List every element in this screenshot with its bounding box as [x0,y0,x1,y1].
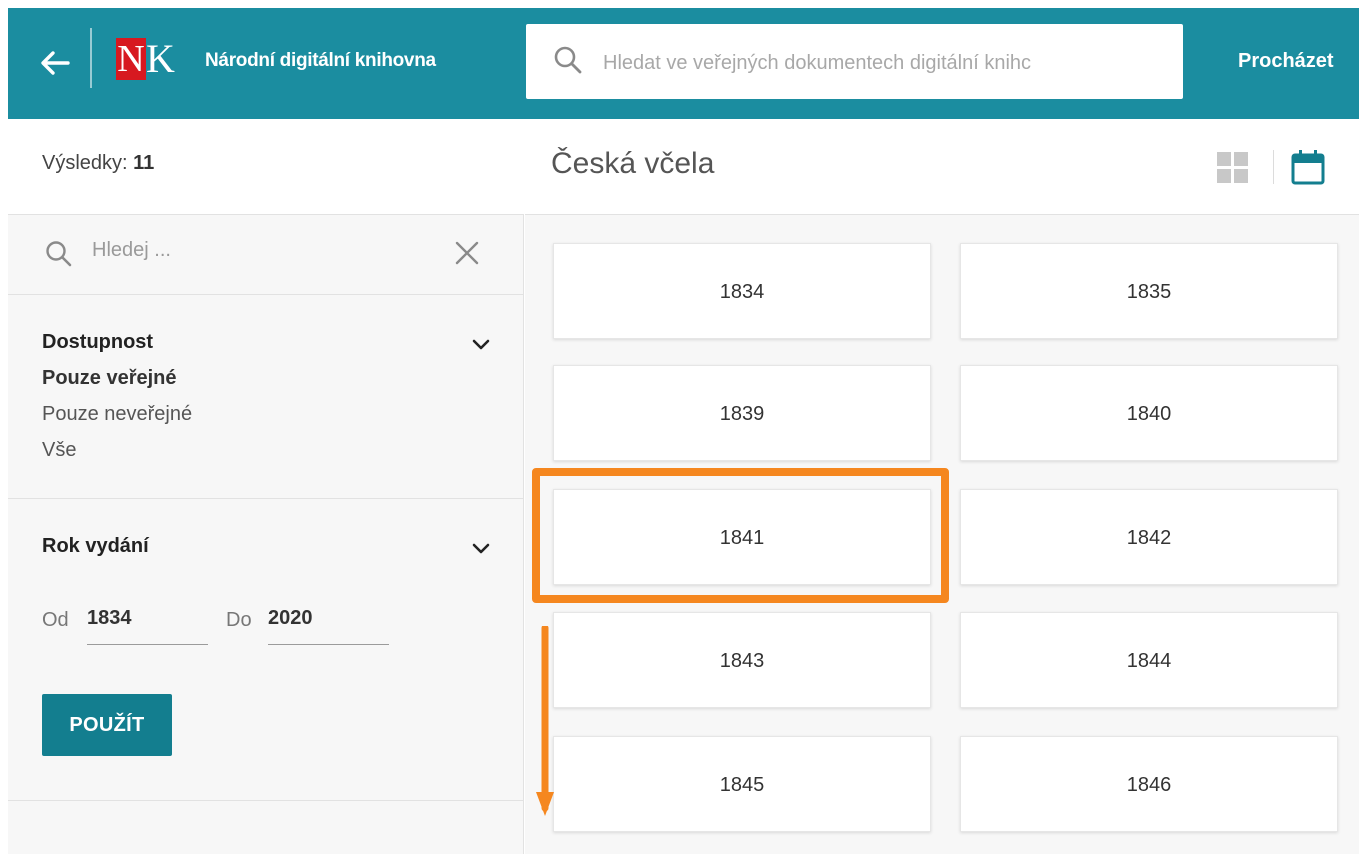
results-count-bar: Výsledky: 11 [8,119,524,215]
browse-link[interactable]: Procházet [1238,50,1334,73]
facet-availability: Dostupnost Pouze veřejné Pouze neveřejné… [8,295,524,499]
year-card-1843[interactable]: 1843 [553,612,931,708]
logo-letter-k: K [146,36,175,81]
close-icon[interactable] [453,239,481,267]
filter-search-input[interactable]: Hledej ... [92,239,171,262]
year-card-1834[interactable]: 1834 [553,243,931,339]
search-placeholder: Hledat ve veřejných dokumentech digitáln… [603,52,1032,74]
search-input[interactable]: Hledat ve veřejných dokumentech digitáln… [526,24,1183,99]
year-card-1840[interactable]: 1840 [960,365,1338,461]
page-title: Česká včela [551,147,715,180]
year-card-1841[interactable]: 1841 [553,489,931,585]
apply-button[interactable]: POUŽÍT [42,694,172,756]
year-card-1845[interactable]: 1845 [553,736,931,832]
results-number: 11 [133,152,155,174]
search-icon [46,241,72,267]
facet-option-all[interactable]: Vše [42,439,76,462]
header-divider [90,28,92,88]
filter-search: Hledej ... [8,215,524,295]
year-from-input[interactable]: 1834 [87,603,208,645]
year-card-1846[interactable]: 1846 [960,736,1338,832]
year-to-input[interactable]: 2020 [268,603,389,645]
grid-view-icon[interactable] [1217,152,1249,184]
facet-availability-title[interactable]: Dostupnost [42,331,153,354]
year-card-1835[interactable]: 1835 [960,243,1338,339]
results-label: Výsledky: [42,152,128,174]
search-icon [554,46,582,74]
view-divider [1273,150,1274,184]
filter-sidebar: Výsledky: 11 Hledej ... Dostupnost Pouze… [8,119,524,854]
chevron-down-icon[interactable] [470,333,492,355]
facet-option-non-public[interactable]: Pouze neveřejné [42,403,192,426]
facet-year: Rok vydání Od 1834 Do 2020 POUŽÍT [8,499,524,801]
year-card-1842[interactable]: 1842 [960,489,1338,585]
site-title[interactable]: Národní digitální knihovna [205,50,436,72]
year-from-label: Od [42,609,69,631]
facet-year-title[interactable]: Rok vydání [42,535,149,558]
chevron-down-icon[interactable] [470,537,492,559]
calendar-icon[interactable] [1291,149,1325,185]
year-to-label: Do [226,609,252,631]
results-count: Výsledky: 11 [42,152,154,175]
year-card-1839[interactable]: 1839 [553,365,931,461]
logo-letter-n: N [116,38,146,80]
nk-logo[interactable]: N K [116,36,175,81]
top-header: N K Národní digitální knihovna Hledat ve… [8,8,1359,119]
main-header: Česká včela [525,119,1359,215]
facet-option-public[interactable]: Pouze veřejné [42,367,177,390]
back-arrow-icon[interactable] [38,46,72,80]
year-card-1844[interactable]: 1844 [960,612,1338,708]
